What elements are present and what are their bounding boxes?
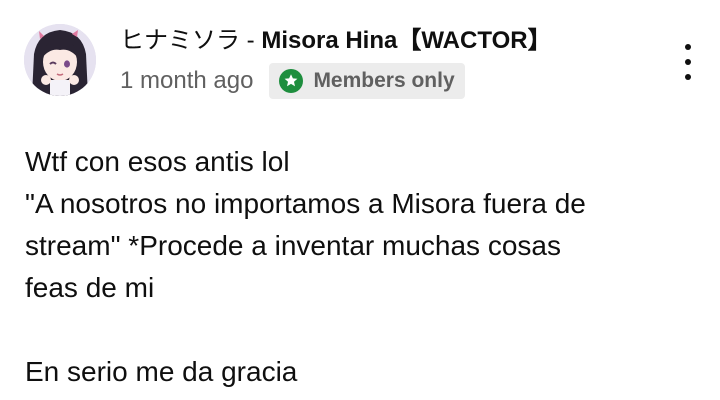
post-header: ヒナミソラ - Misora Hina【WACTOR】 1 month ago …	[120, 22, 660, 100]
post-body: Wtf con esos antis lol "A nosotros no im…	[25, 141, 695, 393]
post-body-line: stream" *Procede a inventar muchas cosas	[25, 230, 561, 261]
star-icon	[279, 69, 304, 93]
channel-avatar[interactable]	[24, 24, 96, 96]
post-body-line: En serio me da gracia	[25, 356, 298, 387]
more-vert-icon	[685, 44, 691, 50]
members-only-badge: Members only	[269, 63, 465, 99]
badge-label: Members only	[313, 69, 455, 92]
more-options-button[interactable]	[676, 40, 700, 84]
more-vert-icon-dot	[685, 59, 691, 65]
post-body-line: "A nosotros no importamos a Misora fuera…	[25, 188, 586, 219]
author-name-japanese[interactable]: ヒナミソラ	[120, 27, 240, 54]
post-timestamp[interactable]: 1 month ago	[120, 62, 253, 100]
avatar-illustration-icon	[24, 24, 96, 96]
author-name-english[interactable]: Misora Hina【WACTOR】	[261, 27, 551, 54]
community-post: ヒナミソラ - Misora Hina【WACTOR】 1 month ago …	[0, 0, 720, 400]
post-body-line: feas de mi	[25, 272, 155, 303]
post-meta: 1 month ago Members only	[120, 62, 660, 100]
author-name-separator: -	[240, 27, 262, 54]
author-name[interactable]: ヒナミソラ - Misora Hina【WACTOR】	[120, 22, 660, 60]
more-vert-icon-dot	[685, 74, 691, 80]
post-body-line: Wtf con esos antis lol	[25, 146, 290, 177]
